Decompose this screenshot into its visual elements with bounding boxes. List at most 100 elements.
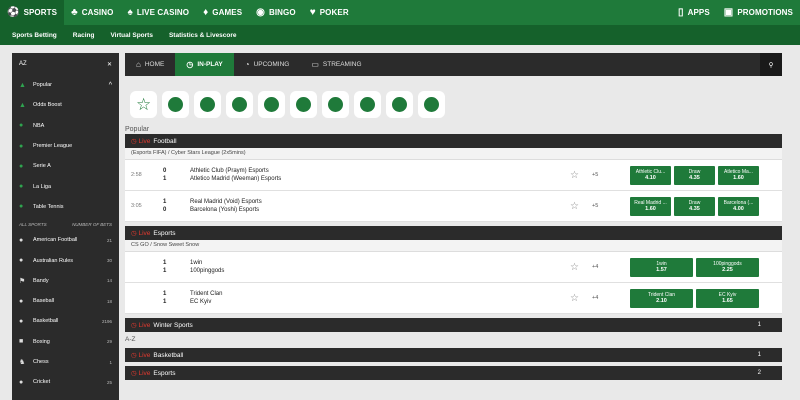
basketball-header[interactable]: ◷ Live Basketball 1 [125,348,782,362]
odds-button[interactable]: Trident Clan 2.10 [630,288,693,308]
subnav-sports-betting[interactable]: Sports Betting [12,32,57,39]
tab-upcoming[interactable]: ◔ UPCOMING [234,53,301,76]
sidebar-item-boxing[interactable]: ■ Boxing 29 [12,332,119,352]
esports-filter[interactable] [322,91,349,118]
match-score: 11 [163,260,167,274]
favourite-star-icon[interactable]: ☆ [570,262,592,273]
odds-button[interactable]: Draw 4.35 [674,165,715,185]
football-icon [168,97,183,112]
odds-button[interactable]: 100pinggods 2.25 [696,257,759,277]
sidebar-item-nba[interactable]: ● NBA [12,116,119,136]
more-markets[interactable]: +4 [592,264,630,270]
match-row[interactable]: 11 1win 100pinggods ☆ +4 1win 1.57 100ping… [125,252,782,283]
sidebar-item-baseball[interactable]: ● Baseball 18 [12,291,119,311]
odds-button[interactable]: Draw 4.35 [674,196,715,216]
match-row[interactable]: 2:58 01 Athletic Club (Praym) Esports Atl… [125,160,782,191]
favourite-star-icon[interactable]: ☆ [570,201,592,212]
pin-icon[interactable]: ✕ [107,61,112,68]
nav-sports[interactable]: ⚽ SPORTS [0,0,65,25]
tab-streaming[interactable]: ▭ STREAMING [300,53,372,76]
snooker-filter[interactable] [354,91,381,118]
sidebar-item-premier-league[interactable]: ● Premier League [12,136,119,156]
sidebar-item-bandy[interactable]: ⚑ Bandy 14 [12,271,119,291]
sidebar-item-la-liga[interactable]: ● La Liga [12,176,119,196]
football-icon: ● [19,142,24,150]
american-football-icon [264,97,279,112]
favourite-star-icon[interactable]: ☆ [570,170,592,181]
bingo-icon: ◉ [256,7,265,18]
tennis-filter[interactable] [194,91,221,118]
az-sort-toggle[interactable]: AZ [19,61,27,67]
football-icon: ● [19,183,24,191]
football-icon: ● [19,162,24,170]
fire-icon: ▲ [19,81,26,89]
sidebar-item-table-tennis[interactable]: ● Table Tennis [12,197,119,217]
sidebar-item-chess[interactable]: ♞ Chess 1 [12,352,119,372]
sidebar-item-odds-boost[interactable]: ▲ Odds Boost [12,95,119,115]
bandy-icon: ⚑ [19,277,26,285]
american-football-filter[interactable] [258,91,285,118]
odds-button[interactable]: EC Kyiv 1.65 [696,288,759,308]
table-tennis-icon [392,97,407,112]
chess-icon: ♞ [19,359,26,366]
nav-poker[interactable]: ♥ POKER [303,0,356,25]
nav-live-casino[interactable]: ♠ LIVE CASINO [120,0,196,25]
subnav-virtual-sports[interactable]: Virtual Sports [110,32,153,39]
basketball-filter[interactable] [226,91,253,118]
sidebar-all-sports-header: ALL SPORTS NUMBER OF BETS [19,222,112,228]
more-markets[interactable]: +4 [592,295,630,301]
volleyball-filter[interactable] [290,91,317,118]
odds-button[interactable]: Atletico Ma... 1.60 [718,165,759,185]
match-score: 10 [163,199,167,213]
sidebar-item-american-football[interactable]: ● American Football 21 [12,230,119,250]
basketball-icon [232,97,247,112]
tab-home[interactable]: ⌂ HOME [125,53,175,76]
baseball-icon: ● [19,297,24,305]
sidebar: AZ ✕ ▲ Popular ^ ▲ Odds Boost ● NBA ● Premier… [12,53,119,400]
favourites-filter[interactable]: ☆ [130,91,157,118]
top-navigation: ⚽ SPORTS ♣ CASINO ♠ LIVE CASINO ♦ GAMES ◉ BIN… [0,0,800,25]
other-sports-filter[interactable] [418,91,445,118]
esports-header[interactable]: ◷ Live Esports [125,226,782,240]
match-score: 01 [163,168,167,182]
nav-bingo[interactable]: ◉ BINGO [249,0,303,25]
nav-apps[interactable]: ▯ APPS [671,0,717,25]
sidebar-item-cricket[interactable]: ● Cricket 25 [12,372,119,392]
more-markets[interactable]: +5 [592,172,630,178]
table-tennis-filter[interactable] [386,91,413,118]
phone-icon: ▯ [677,7,684,18]
odds-button[interactable]: Real Madrid ... 1.60 [630,196,671,216]
subnav-racing[interactable]: Racing [73,32,95,39]
subnav-statistics[interactable]: Statistics & Livescore [169,32,237,39]
sidebar-item-basketball[interactable]: ● Basketball 2196 [12,311,119,331]
home-icon: ⌂ [136,60,141,69]
sidebar-item-australian-rules[interactable]: ● Australian Rules 30 [12,250,119,270]
australian-rules-icon: ● [19,257,24,265]
nav-games[interactable]: ♦ GAMES [196,0,249,25]
winter-sports-header[interactable]: ◷ Live Winter Sports 1 [125,318,782,332]
main-content: ⌂ HOME ◷ IN-PLAY ◔ UPCOMING ▭ STREAMING ⚲ ☆ … [125,53,782,400]
tab-in-play[interactable]: ◷ IN-PLAY [175,53,234,76]
sub-navigation: Sports Betting Racing Virtual Sports Sta… [0,25,800,45]
more-markets[interactable]: +5 [592,203,630,209]
casino-icon: ♣ [71,7,78,18]
match-row[interactable]: 3:05 10 Real Madrid (Void) Esports Barcel… [125,191,782,222]
nav-casino[interactable]: ♣ CASINO [64,0,120,25]
match-teams: 1win 100pinggods [190,260,225,274]
esports-az-header[interactable]: ◷ Live Esports 2 [125,366,782,380]
tab-bar: ⌂ HOME ◷ IN-PLAY ◔ UPCOMING ▭ STREAMING ⚲ [125,53,782,76]
match-teams: Trident Clan EC Kyiv [190,291,223,305]
odds-button[interactable]: Barcelona (... 4.00 [718,196,759,216]
football-filter[interactable] [162,91,189,118]
boxing-icon: ■ [19,338,24,346]
match-row[interactable]: 11 Trident Clan EC Kyiv ☆ +4 Trident Clan… [125,283,782,314]
az-section-label: A-Z [125,336,136,343]
odds-button[interactable]: 1win 1.57 [630,257,693,277]
sidebar-item-serie-a[interactable]: ● Serie A [12,156,119,176]
football-header[interactable]: ◷ Live Football [125,134,782,148]
odds-button[interactable]: Athletic Clu... 4.10 [630,165,671,185]
nav-promotions[interactable]: ▣ PROMOTIONS [717,0,800,25]
favourite-star-icon[interactable]: ☆ [570,293,592,304]
sidebar-popular[interactable]: ▲ Popular ^ [12,75,119,95]
search-button[interactable]: ⚲ [760,53,782,76]
